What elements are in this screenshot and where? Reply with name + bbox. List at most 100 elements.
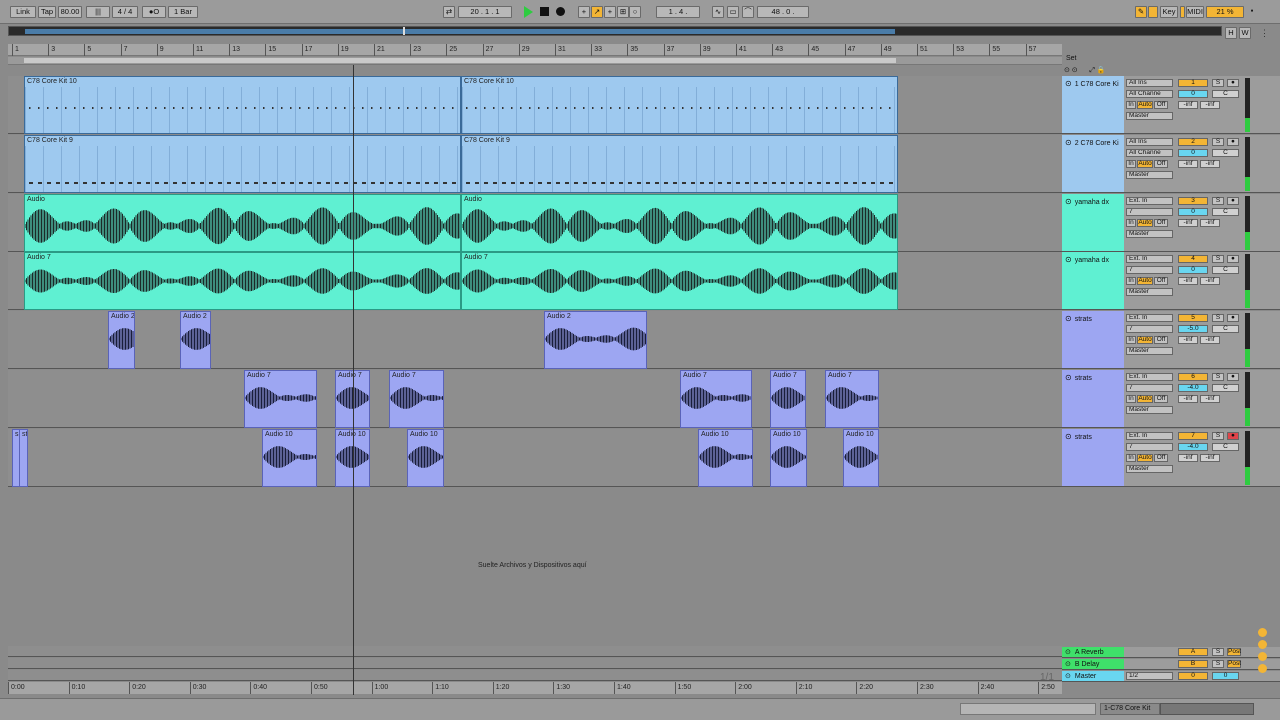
loop-start-field[interactable]: 1 . 4 . — [656, 6, 700, 18]
volume-field[interactable]: 0 — [1178, 208, 1208, 216]
link-button[interactable]: Link — [10, 6, 36, 18]
solo-button[interactable]: S — [1212, 373, 1224, 381]
track-activator[interactable]: 3 — [1178, 197, 1208, 205]
clip[interactable]: Audio 10 — [698, 429, 753, 487]
tempo-field[interactable]: 80.00 — [58, 6, 82, 18]
monitor-auto-button[interactable]: Auto — [1137, 454, 1153, 462]
key-map-icon[interactable] — [1148, 6, 1158, 18]
loop-circle-icon[interactable]: ○ — [629, 6, 641, 18]
volume-field[interactable]: -4.0 — [1178, 384, 1208, 392]
track-lane-4[interactable]: Audio 7 Audio 7 — [8, 252, 1062, 310]
loop-region[interactable] — [24, 58, 896, 63]
track-activator[interactable]: 5 — [1178, 314, 1208, 322]
track-name[interactable]: ⊙ strats — [1062, 370, 1124, 427]
clip[interactable]: Audio — [461, 194, 898, 252]
clip[interactable]: Audio 7 — [770, 370, 806, 428]
solo-button[interactable]: S — [1212, 138, 1224, 146]
track-lane-3[interactable]: Audio Audio — [8, 194, 1062, 252]
monitor-in-button[interactable]: In — [1126, 219, 1136, 227]
track-lane-2[interactable]: C78 Core Kit 9 C78 Core Kit 9 — [8, 135, 1062, 193]
view-switch-icons[interactable] — [1160, 703, 1254, 715]
output-select[interactable]: Master — [1126, 288, 1173, 296]
output-select[interactable]: Master — [1126, 171, 1173, 179]
io-toggle-icon[interactable] — [1258, 664, 1267, 673]
clip[interactable]: Audio 10 — [843, 429, 879, 487]
zoom-in-icon[interactable] — [1258, 628, 1267, 637]
clip[interactable]: Audio 10 — [407, 429, 444, 487]
track-activator[interactable]: 0 — [1178, 672, 1208, 680]
volume-field[interactable]: 0 — [1212, 672, 1239, 680]
volume-field[interactable]: 0 — [1178, 266, 1208, 274]
monitor-off-button[interactable]: Off — [1154, 336, 1168, 344]
pan-field[interactable]: C — [1212, 90, 1239, 98]
nudge-icon[interactable]: ||| — [86, 6, 110, 18]
input-channel-select[interactable]: 7 — [1126, 384, 1173, 392]
clip[interactable]: Audio 2 — [180, 311, 211, 369]
return-header[interactable]: ⊙ A Reverb A S Post — [1062, 647, 1280, 658]
loop-brace[interactable] — [8, 57, 1062, 65]
return-header[interactable]: ⊙ B Delay B S Post — [1062, 659, 1280, 670]
play-icon[interactable] — [524, 6, 533, 18]
pan-field[interactable]: C — [1212, 384, 1239, 392]
arm-button[interactable]: ● — [1227, 255, 1239, 263]
monitor-auto-button[interactable]: Auto — [1137, 160, 1153, 168]
input-channel-select[interactable]: All Channe — [1126, 149, 1173, 157]
arm-button[interactable]: ● — [1227, 138, 1239, 146]
track-name[interactable]: ⊙ A Reverb — [1062, 647, 1124, 657]
input-type-select[interactable]: All Ins — [1126, 79, 1173, 87]
track-lane-1[interactable]: C78 Core Kit 10 C78 Core Kit 10 — [8, 76, 1062, 134]
beat-time-ruler[interactable]: 1 3 5 7 9 11 13 15 17 19 21 23 25 27 29 31 33 35 37 39 41 43 4… — [8, 44, 1062, 56]
master-header[interactable]: ⊙ Master 1/2 0 0 — [1062, 671, 1280, 682]
arm-button[interactable]: ● — [1227, 314, 1239, 322]
output-select[interactable]: Master — [1126, 230, 1173, 238]
monitor-in-button[interactable]: In — [1126, 395, 1136, 403]
clip[interactable]: Audio 7 — [389, 370, 444, 428]
pencil-icon[interactable]: ✎ — [1135, 6, 1147, 18]
clip[interactable]: st — [19, 429, 28, 487]
monitor-auto-button[interactable]: Auto — [1137, 277, 1153, 285]
arm-button[interactable]: ● — [1227, 373, 1239, 381]
fold-icon[interactable]: ⊙ — [1065, 661, 1071, 668]
input-channel-select[interactable]: 7 — [1126, 443, 1173, 451]
post-button[interactable]: Post — [1227, 648, 1241, 656]
monitor-in-button[interactable]: In — [1126, 101, 1136, 109]
solo-button[interactable]: S — [1212, 79, 1224, 87]
output-select[interactable]: 1/2 — [1126, 672, 1173, 680]
output-select[interactable]: Master — [1126, 347, 1173, 355]
input-type-select[interactable]: All Ins — [1126, 138, 1173, 146]
monitor-in-button[interactable]: In — [1126, 454, 1136, 462]
monitor-in-button[interactable]: In — [1126, 160, 1136, 168]
pan-field[interactable]: C — [1212, 149, 1239, 157]
fold-icon[interactable]: ⊙ — [1065, 255, 1072, 264]
clip[interactable]: C78 Core Kit 10 — [24, 76, 461, 134]
fold-icon[interactable]: ⊙ — [1065, 432, 1072, 441]
monitor-auto-button[interactable]: Auto — [1137, 219, 1153, 227]
track-activator[interactable]: 4 — [1178, 255, 1208, 263]
monitor-off-button[interactable]: Off — [1154, 277, 1168, 285]
volume-field[interactable]: -4.0 — [1178, 443, 1208, 451]
track-lane-5[interactable]: Audio 2 Audio 2 Audio 2 — [8, 311, 1062, 369]
fold-icon[interactable]: ⊙ — [1065, 79, 1072, 88]
monitor-off-button[interactable]: Off — [1154, 160, 1168, 168]
stop-icon[interactable] — [540, 7, 549, 16]
quantize-select[interactable]: 1 Bar — [168, 6, 198, 18]
track-name[interactable]: ⊙ strats — [1062, 429, 1124, 486]
input-channel-select[interactable]: All Channe — [1126, 90, 1173, 98]
clip[interactable]: Audio 10 — [262, 429, 317, 487]
loop-length-field[interactable]: 48 . 0 . — [757, 6, 809, 18]
track-name[interactable]: ⊙ yamaha dx — [1062, 194, 1124, 251]
track-name[interactable]: ⊙ strats — [1062, 311, 1124, 368]
monitor-auto-button[interactable]: Auto — [1137, 395, 1153, 403]
track-activator[interactable]: 6 — [1178, 373, 1208, 381]
output-select[interactable]: Master — [1126, 112, 1173, 120]
loop-switch-icon[interactable]: ▭ — [727, 6, 739, 18]
midi-map-button[interactable]: MIDI — [1186, 6, 1204, 18]
volume-field[interactable]: 0 — [1178, 90, 1208, 98]
pan-field[interactable]: C — [1212, 266, 1239, 274]
solo-button[interactable]: S — [1212, 255, 1224, 263]
input-channel-select[interactable]: 7 — [1126, 208, 1173, 216]
clip[interactable]: Audio 7 — [24, 252, 461, 310]
output-select[interactable]: Master — [1126, 406, 1173, 414]
clip[interactable]: C78 Core Kit 9 — [24, 135, 461, 193]
volume-field[interactable]: -5.0 — [1178, 325, 1208, 333]
